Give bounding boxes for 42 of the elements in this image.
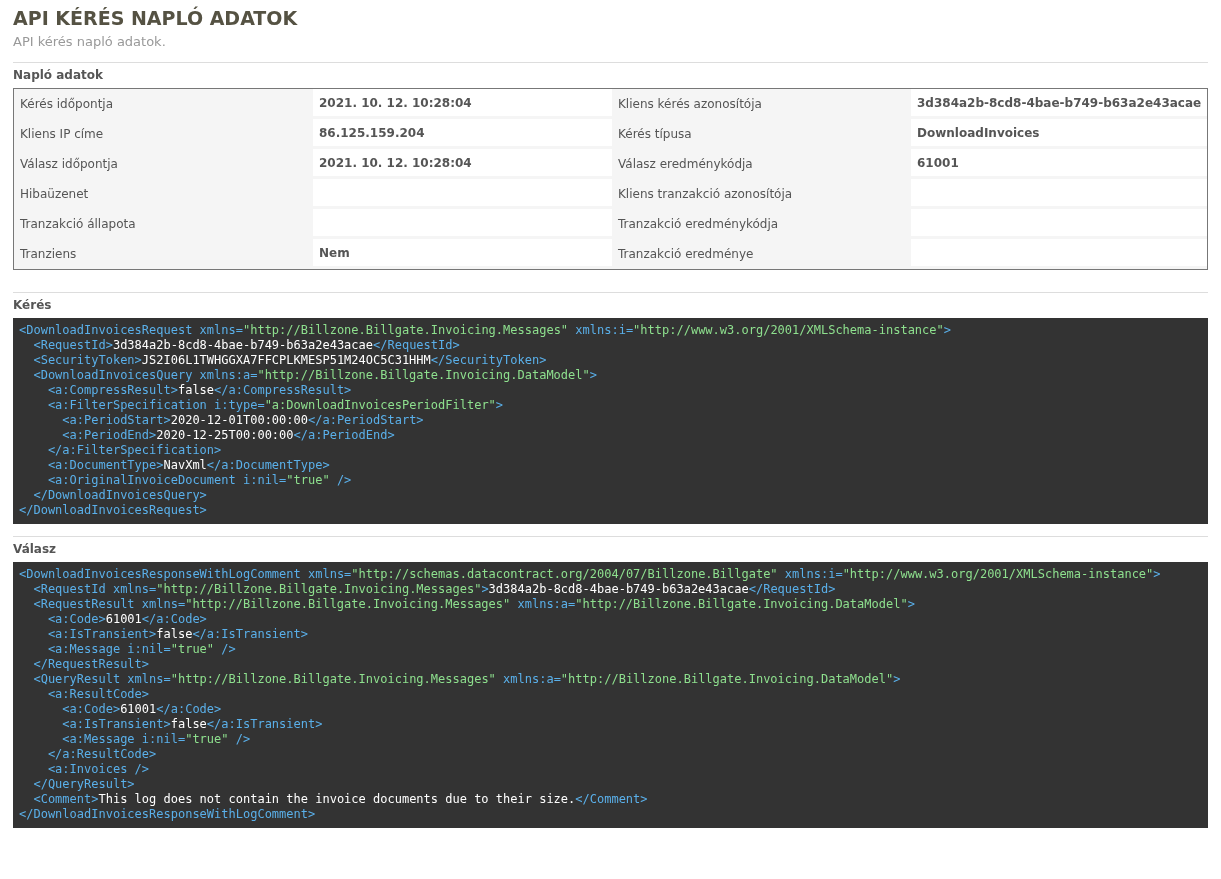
code-line: <a:IsTransient>false</a:IsTransient>: [61, 717, 324, 732]
code-line: <a:Code>61001</a:Code>: [61, 702, 223, 717]
field-value: Nem: [313, 239, 612, 269]
code-line: <DownloadInvoicesQuery xmlns:a="http://Billzone.Billgate.Invoicing.DataModel">: [32, 368, 598, 383]
code-line: <Comment>This log does not contain the invoice documents due to their size.</Comment>: [32, 792, 649, 807]
code-line: <a:Code>61001</a:Code>: [46, 612, 208, 627]
code-line: <RequestResult xmlns="http://Billzone.Billgate.Invoicing.Messages" xmlns:a="http://Billzone.Billgate.Invoicing.DataModel">: [32, 597, 916, 612]
code-line: <RequestId xmlns="http://Billzone.Billgate.Invoicing.Messages">3d384a2b-8cd8-4bae-b749-b63a2e43acae</RequestId>: [32, 582, 837, 597]
code-line: </DownloadInvoicesQuery>: [32, 488, 208, 503]
field-value: 2021. 10. 12. 10:28:04: [313, 149, 612, 179]
section-title: Válasz: [13, 541, 58, 558]
code-line: <DownloadInvoicesResponseWithLogComment xmlns="http://schemas.datacontract.org/2004/07/Billzone.Billgate" xmlns:i="http://www.w3.org/2001/XMLSchema-instance">: [19, 567, 1162, 582]
code-line: <RequestId>3d384a2b-8cd8-4bae-b749-b63a2e43acae</RequestId>: [32, 338, 461, 353]
section-title: Napló adatok: [13, 67, 104, 84]
section-title: Kérés: [13, 297, 53, 314]
code-line: <a:IsTransient>false</a:IsTransient>: [46, 627, 309, 642]
field-value: 61001: [911, 149, 1207, 179]
code-line: <a:Message i:nil="true" />: [46, 642, 237, 657]
field-value: 3d384a2b-8cd8-4bae-b749-b63a2e43acae: [911, 89, 1207, 119]
page-title: API KÉRÉS NAPLÓ ADATOK: [13, 6, 299, 30]
code-line: </QueryResult>: [32, 777, 136, 792]
code-line: <a:DocumentType>NavXml</a:DocumentType>: [46, 458, 331, 473]
code-line: <a:ResultCode>: [46, 687, 151, 702]
code-line: <QueryResult xmlns="http://Billzone.Billgate.Invoicing.Messages" xmlns:a="http://Billzone.Billgate.Invoicing.DataModel">: [32, 672, 902, 687]
page-subtitle: API kérés napló adatok.: [13, 34, 167, 50]
code-line: <a:FilterSpecification i:type="a:DownloadInvoicesPeriodFilter">: [46, 398, 505, 413]
code-line: <a:PeriodEnd>2020-12-25T00:00:00</a:PeriodEnd>: [61, 428, 396, 443]
field-value: DownloadInvoices: [911, 119, 1207, 149]
code-line: <SecurityToken>JS2I06L1TWHGGXA7FFCPLKMESP51M24OC5C31HHM</SecurityToken>: [32, 353, 548, 368]
field-value: 2021. 10. 12. 10:28:04: [313, 89, 612, 119]
field-value: 86.125.159.204: [313, 119, 612, 149]
code-line: </a:ResultCode>: [46, 747, 158, 762]
code-line: </RequestResult>: [32, 657, 151, 672]
code-line: <DownloadInvoicesRequest xmlns="http://Billzone.Billgate.Invoicing.Messages" xmlns:i="http://www.w3.org/2001/XMLSchema-instance">: [19, 323, 952, 338]
code-line: </a:FilterSpecification>: [46, 443, 223, 458]
code-line: <a:Invoices />: [46, 762, 151, 777]
code-line: <a:OriginalInvoiceDocument i:nil="true" />: [46, 473, 353, 488]
code-line: <a:CompressResult>false</a:CompressResult>: [46, 383, 353, 398]
code-line: </DownloadInvoicesRequest>: [19, 503, 208, 518]
code-line: </DownloadInvoicesResponseWithLogComment>: [19, 807, 317, 822]
code-line: <a:PeriodStart>2020-12-01T00:00:00</a:PeriodStart>: [61, 413, 425, 428]
code-line: <a:Message i:nil="true" />: [61, 732, 252, 747]
